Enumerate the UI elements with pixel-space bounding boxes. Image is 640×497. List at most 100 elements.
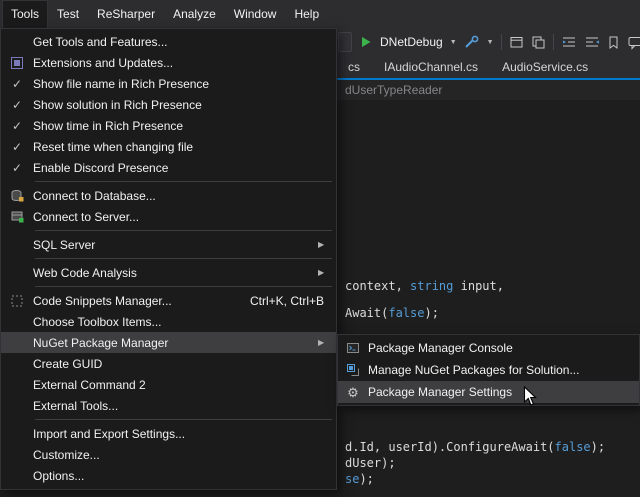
menu-item-sql-server[interactable]: SQL Server ▶	[1, 234, 336, 255]
menu-item-label: SQL Server	[33, 238, 316, 252]
menu-item-customize[interactable]: Customize...	[1, 444, 336, 465]
menu-item-label: Code Snippets Manager...	[33, 294, 250, 308]
comment-button[interactable]	[627, 35, 640, 50]
menu-item-label: Get Tools and Features...	[33, 35, 336, 49]
menubar-item-tools[interactable]: Tools	[2, 0, 48, 28]
menubar-item-resharper[interactable]: ReSharper	[88, 0, 164, 28]
menubar-item-help[interactable]: Help	[285, 0, 328, 28]
snippets-icon	[10, 294, 24, 308]
attach-button[interactable]	[464, 35, 480, 50]
bookmark-icon	[607, 35, 620, 50]
menu-item-label: Connect to Server...	[33, 210, 336, 224]
menu-item-label: Show file name in Rich Presence	[33, 77, 336, 91]
check-icon: ✓	[12, 77, 22, 91]
submenu-item-label: Package Manager Settings	[368, 385, 639, 399]
menubar-item-window[interactable]: Window	[225, 0, 286, 28]
menu-separator	[35, 286, 332, 287]
menu-separator	[35, 181, 332, 182]
menu-item-get-tools-and-features[interactable]: Get Tools and Features...	[1, 31, 336, 52]
server-icon	[10, 210, 24, 224]
toolbar-separator	[501, 34, 502, 50]
submenu-item-package-manager-settings[interactable]: ⚙ Package Manager Settings	[338, 381, 639, 403]
menu-separator	[35, 258, 332, 259]
menubar: Tools Test ReSharper Analyze Window Help	[0, 0, 640, 28]
menu-item-show-time[interactable]: ✓ Show time in Rich Presence	[1, 115, 336, 136]
play-icon	[359, 35, 373, 49]
attach-dropdown-icon[interactable]: ▼	[487, 39, 494, 46]
run-target-label[interactable]: DNetDebug	[380, 35, 443, 49]
code-fragment: Await(false);	[345, 306, 439, 320]
menu-item-enable-discord-presence[interactable]: ✓ Enable Discord Presence	[1, 157, 336, 178]
menu-item-label: Create GUID	[33, 357, 336, 371]
code-fragment: se);	[345, 472, 374, 486]
menu-item-label: Import and Export Settings...	[33, 427, 336, 441]
menubar-item-test[interactable]: Test	[48, 0, 88, 28]
code-fragment: dUser);	[345, 456, 396, 470]
copy-icon	[531, 35, 546, 50]
menu-item-external-tools[interactable]: External Tools...	[1, 395, 336, 416]
menu-item-show-solution[interactable]: ✓ Show solution in Rich Presence	[1, 94, 336, 115]
menu-item-label: Web Code Analysis	[33, 266, 316, 280]
bookmark-button[interactable]	[607, 35, 620, 50]
indent-icon	[561, 35, 577, 49]
member-dropdown-label[interactable]: dUserTypeReader	[345, 83, 442, 97]
menu-item-show-file-name[interactable]: ✓ Show file name in Rich Presence	[1, 73, 336, 94]
menu-separator	[35, 419, 332, 420]
menu-item-code-snippets-manager[interactable]: Code Snippets Manager... Ctrl+K, Ctrl+B	[1, 290, 336, 311]
menu-item-label: Connect to Database...	[33, 189, 336, 203]
check-icon: ✓	[12, 98, 22, 112]
copy-button[interactable]	[531, 35, 546, 50]
menu-item-connect-to-server[interactable]: Connect to Server...	[1, 206, 336, 227]
code-fragment: context, string input,	[345, 279, 504, 293]
menu-item-label: Show time in Rich Presence	[33, 119, 336, 133]
menu-item-shortcut: Ctrl+K, Ctrl+B	[250, 294, 324, 308]
tab-partial[interactable]: cs	[338, 58, 370, 76]
menu-item-reset-time[interactable]: ✓ Reset time when changing file	[1, 136, 336, 157]
menu-item-label: Enable Discord Presence	[33, 161, 336, 175]
menu-item-nuget-package-manager[interactable]: NuGet Package Manager ▶	[1, 332, 336, 353]
run-target-dropdown-icon[interactable]: ▼	[450, 39, 457, 46]
console-icon	[346, 341, 360, 355]
submenu-item-package-manager-console[interactable]: Package Manager Console	[338, 337, 639, 359]
code-fragment: d.Id, userId).ConfigureAwait(false);	[345, 440, 605, 454]
database-icon	[10, 189, 24, 203]
tab-iaudiochannel[interactable]: IAudioChannel.cs	[374, 58, 488, 76]
menu-item-label: Choose Toolbox Items...	[33, 315, 336, 329]
toolbar-separator	[553, 34, 554, 50]
window-button[interactable]	[509, 35, 524, 50]
menu-item-external-command-2[interactable]: External Command 2	[1, 374, 336, 395]
menu-item-label: Extensions and Updates...	[33, 56, 336, 70]
submenu-item-label: Manage NuGet Packages for Solution...	[368, 363, 639, 377]
menu-item-label: Show solution in Rich Presence	[33, 98, 336, 112]
menu-item-extensions-and-updates[interactable]: Extensions and Updates...	[1, 52, 336, 73]
submenu-arrow-icon: ▶	[316, 338, 336, 347]
comment-icon	[627, 35, 640, 50]
menu-item-create-guid[interactable]: Create GUID	[1, 353, 336, 374]
menu-item-web-code-analysis[interactable]: Web Code Analysis ▶	[1, 262, 336, 283]
menu-item-options[interactable]: Options...	[1, 465, 336, 486]
menu-item-label: External Command 2	[33, 378, 336, 392]
menu-item-label: External Tools...	[33, 399, 336, 413]
packages-icon	[346, 363, 360, 377]
menu-separator	[35, 230, 332, 231]
menu-item-import-export-settings[interactable]: Import and Export Settings...	[1, 423, 336, 444]
submenu-item-label: Package Manager Console	[368, 341, 639, 355]
wrench-icon	[464, 35, 480, 50]
indent-button[interactable]	[561, 35, 577, 49]
check-icon: ✓	[12, 140, 22, 154]
tools-menu: Get Tools and Features... Extensions and…	[0, 28, 337, 490]
run-button[interactable]	[359, 35, 373, 49]
tab-audioservice[interactable]: AudioService.cs	[492, 58, 598, 76]
extensions-icon	[10, 56, 24, 70]
check-icon: ✓	[12, 119, 22, 133]
menubar-item-analyze[interactable]: Analyze	[164, 0, 225, 28]
menu-item-connect-to-database[interactable]: Connect to Database...	[1, 185, 336, 206]
gear-icon: ⚙	[347, 386, 359, 399]
outdent-button[interactable]	[584, 35, 600, 49]
menu-item-label: NuGet Package Manager	[33, 336, 316, 350]
toolbar-partial-control[interactable]	[338, 32, 352, 52]
menu-item-label: Options...	[33, 469, 336, 483]
submenu-item-manage-nuget-packages[interactable]: Manage NuGet Packages for Solution...	[338, 359, 639, 381]
menu-item-choose-toolbox-items[interactable]: Choose Toolbox Items...	[1, 311, 336, 332]
check-icon: ✓	[12, 161, 22, 175]
